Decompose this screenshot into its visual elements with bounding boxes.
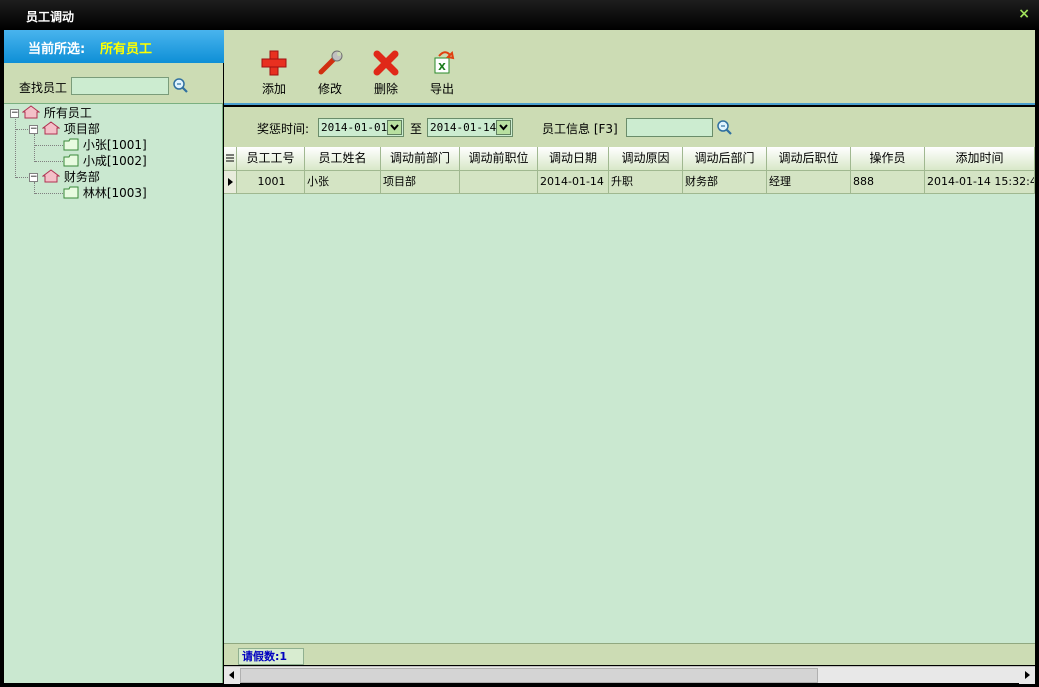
table-row[interactable]: 1001 小张 项目部 2014-01-14 升职 财务部 经理 888 201… <box>224 171 1035 194</box>
edit-button[interactable]: 修改 <box>310 48 350 97</box>
column-header[interactable]: 操作员 <box>851 147 925 171</box>
title-bar: 员工调动 × <box>0 0 1039 30</box>
horizontal-scrollbar[interactable] <box>224 666 1035 683</box>
column-header[interactable]: 调动原因 <box>609 147 683 171</box>
tree-node-label: 小成[1002] <box>83 154 147 168</box>
delete-x-icon <box>371 48 401 78</box>
tree-node-employee[interactable]: 小成[1002] <box>63 153 147 169</box>
current-selection-banner: 当前所选: 所有员工 <box>4 30 224 63</box>
table-cell: 升职 <box>609 171 683 194</box>
table-cell: 小张 <box>305 171 381 194</box>
folder-icon <box>63 138 79 151</box>
date-range-label: 奖惩时间: <box>257 120 309 137</box>
transfer-grid: 员工工号 员工姓名 调动前部门 调动前职位 调动日期 调动原因 调动后部门 调动… <box>224 147 1035 643</box>
table-cell: 项目部 <box>381 171 460 194</box>
date-to-picker[interactable]: 2014-01-14 <box>427 118 513 137</box>
row-selector-header[interactable] <box>224 147 237 171</box>
table-cell: 财务部 <box>683 171 767 194</box>
column-header[interactable]: 员工姓名 <box>305 147 381 171</box>
column-header[interactable]: 调动前部门 <box>381 147 460 171</box>
column-header[interactable]: 员工工号 <box>237 147 305 171</box>
scroll-right-icon[interactable] <box>1019 667 1035 684</box>
current-selection-label: 当前所选: <box>28 38 85 57</box>
table-cell: 1001 <box>237 171 305 194</box>
delete-button-label: 删除 <box>366 80 406 97</box>
tree-node-root[interactable]: 所有员工 <box>22 105 92 121</box>
tree-node-label: 项目部 <box>64 122 100 136</box>
export-button[interactable]: X 导出 <box>422 48 462 97</box>
column-header[interactable]: 调动前职位 <box>460 147 538 171</box>
tree-line <box>35 145 63 146</box>
add-button-label: 添加 <box>254 80 294 97</box>
tree-node-employee[interactable]: 林林[1003] <box>63 185 147 201</box>
table-cell: 经理 <box>767 171 851 194</box>
tree-line <box>34 134 35 162</box>
svg-text:X: X <box>438 62 446 73</box>
tree-node-label: 财务部 <box>64 170 100 184</box>
tree-line <box>35 161 63 162</box>
tree-node-employee[interactable]: 小张[1001] <box>63 137 147 153</box>
close-icon[interactable]: × <box>1018 5 1030 23</box>
list-icon <box>226 154 234 164</box>
home-icon <box>42 121 60 135</box>
folder-icon <box>63 186 79 199</box>
toolbar: 添加 修改 删除 X 导出 <box>224 30 1035 105</box>
date-from-picker[interactable]: 2014-01-01 <box>318 118 404 137</box>
scrollbar-thumb[interactable] <box>240 668 818 683</box>
table-cell: 888 <box>851 171 925 194</box>
current-selection-value: 所有员工 <box>100 38 152 57</box>
chevron-down-icon[interactable] <box>496 120 511 135</box>
table-cell <box>460 171 538 194</box>
plus-icon <box>259 48 289 78</box>
tree-node-dept[interactable]: 项目部 <box>42 121 100 137</box>
tree-line <box>35 193 63 194</box>
search-icon[interactable] <box>172 77 190 95</box>
add-button[interactable]: 添加 <box>254 48 294 97</box>
column-header[interactable]: 调动日期 <box>538 147 609 171</box>
date-to-value: 2014-01-14 <box>430 121 496 134</box>
tree-collapse-toggle[interactable]: − <box>29 125 38 134</box>
left-panel: 当前所选: 所有员工 查找员工 − 所有员工 <box>4 30 223 683</box>
date-to-label: 至 <box>410 120 422 137</box>
employee-search-input[interactable] <box>71 77 169 95</box>
current-row-arrow-icon <box>224 171 236 192</box>
scroll-left-icon[interactable] <box>224 667 240 684</box>
folder-icon <box>63 154 79 167</box>
delete-button[interactable]: 删除 <box>366 48 406 97</box>
tree-line <box>16 177 30 178</box>
tree-line <box>16 129 30 130</box>
search-icon[interactable] <box>716 119 734 137</box>
home-icon <box>22 105 40 119</box>
tree-node-label: 林林[1003] <box>83 186 147 200</box>
chevron-down-icon[interactable] <box>387 120 402 135</box>
tree-collapse-toggle[interactable]: − <box>29 173 38 182</box>
tree-collapse-toggle[interactable]: − <box>10 109 19 118</box>
export-button-label: 导出 <box>422 80 462 97</box>
home-icon <box>42 169 60 183</box>
column-header[interactable]: 添加时间 <box>925 147 1035 171</box>
tree-node-dept[interactable]: 财务部 <box>42 169 100 185</box>
column-header[interactable]: 调动后部门 <box>683 147 767 171</box>
table-cell: 2014-01-14 <box>538 171 609 194</box>
column-header[interactable]: 调动后职位 <box>767 147 851 171</box>
employee-tree: − 所有员工 − 项目部 小张[1001] 小成[1002] − <box>4 103 223 683</box>
filter-bar: 奖惩时间: 2014-01-01 至 2014-01-14 员工信息 [F3] <box>224 107 1035 147</box>
status-bar: 请假数:1 <box>224 643 1035 665</box>
excel-export-icon: X <box>427 48 457 78</box>
tree-node-label: 小张[1001] <box>83 138 147 152</box>
record-count: 请假数:1 <box>238 648 304 665</box>
window-title: 员工调动 <box>26 8 74 25</box>
date-from-value: 2014-01-01 <box>321 121 387 134</box>
employee-info-label: 员工信息 [F3] <box>542 120 618 137</box>
employee-info-input[interactable] <box>626 118 713 137</box>
employee-search-label: 查找员工 <box>19 79 67 96</box>
tree-line <box>15 116 16 178</box>
edit-button-label: 修改 <box>310 80 350 97</box>
row-indicator[interactable] <box>224 171 237 194</box>
tree-node-label: 所有员工 <box>44 106 92 120</box>
wrench-icon <box>315 48 345 78</box>
grid-header: 员工工号 员工姓名 调动前部门 调动前职位 调动日期 调动原因 调动后部门 调动… <box>224 147 1035 171</box>
table-cell: 2014-01-14 15:32:4 <box>925 171 1035 194</box>
window: 员工调动 × 当前所选: 所有员工 查找员工 − <box>0 0 1039 687</box>
